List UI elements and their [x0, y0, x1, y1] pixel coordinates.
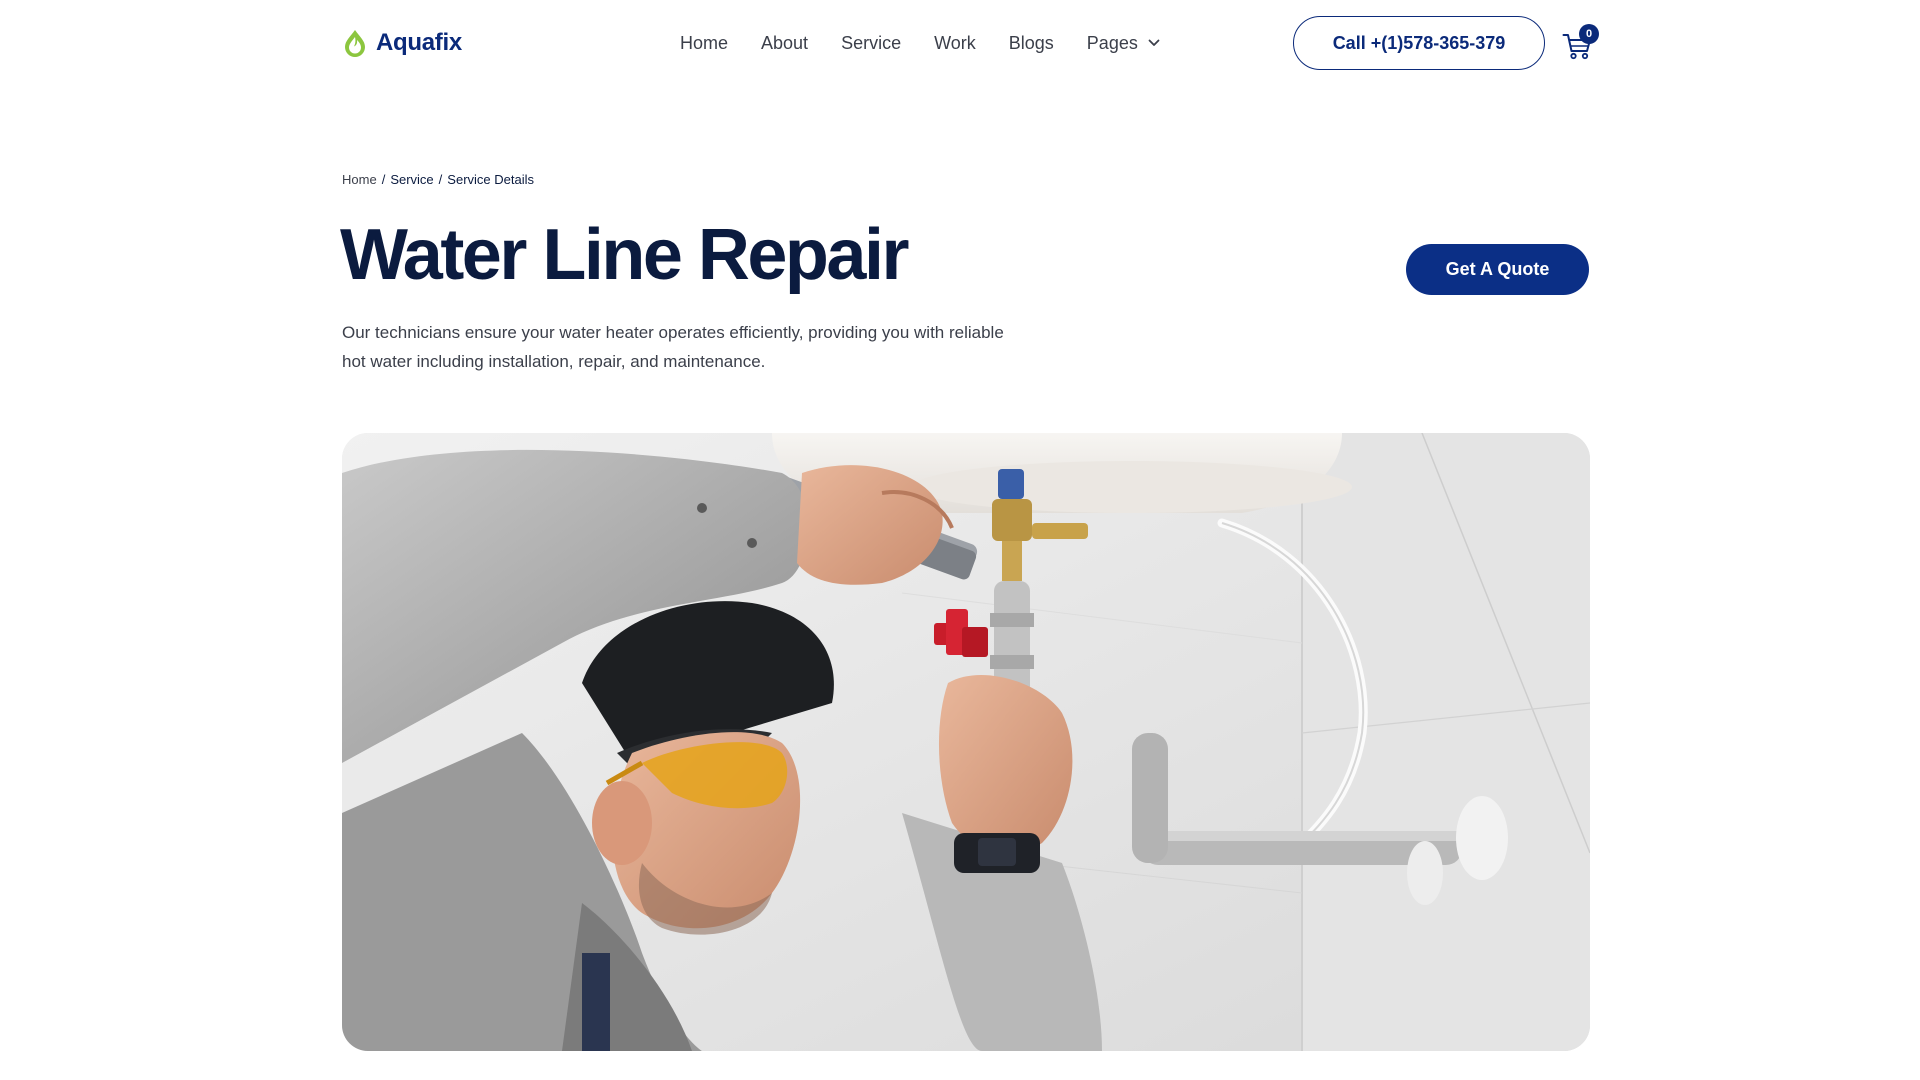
- chevron-down-icon: [1148, 39, 1160, 46]
- nav-item-service[interactable]: Service: [841, 30, 901, 56]
- breadcrumb: Home / Service / Service Details: [342, 172, 534, 187]
- breadcrumb-separator: /: [381, 172, 386, 187]
- cart-count-badge: 0: [1579, 24, 1599, 44]
- hero-image: [342, 433, 1590, 1051]
- nav-item-home[interactable]: Home: [680, 30, 728, 56]
- breadcrumb-home[interactable]: Home: [342, 172, 377, 187]
- nav-item-about[interactable]: About: [761, 30, 808, 56]
- breadcrumb-current: Service Details: [447, 172, 534, 187]
- site-header: Aquafix Home About Service Work Blogs Pa…: [0, 0, 1920, 86]
- nav-item-work[interactable]: Work: [934, 30, 976, 56]
- nav-item-blogs[interactable]: Blogs: [1009, 30, 1054, 56]
- breadcrumb-separator: /: [438, 172, 443, 187]
- breadcrumb-service[interactable]: Service: [390, 172, 433, 187]
- logo-text: Aquafix: [376, 29, 462, 56]
- nav-item-pages[interactable]: Pages: [1087, 30, 1160, 56]
- page-title: Water Line Repair: [340, 215, 909, 295]
- plumber-repairing-pipe-illustration: [342, 433, 1590, 1051]
- cart-button[interactable]: 0: [1562, 24, 1602, 62]
- main-nav: Home About Service Work Blogs Pages: [680, 30, 1160, 56]
- get-a-quote-button[interactable]: Get A Quote: [1406, 244, 1589, 295]
- intro-paragraph: Our technicians ensure your water heater…: [342, 323, 1004, 371]
- call-button[interactable]: Call +(1)578-365-379: [1293, 16, 1545, 70]
- water-drop-logo-icon: [345, 30, 365, 57]
- nav-item-pages-label: Pages: [1086, 33, 1138, 53]
- logo-link[interactable]: Aquafix: [342, 28, 462, 58]
